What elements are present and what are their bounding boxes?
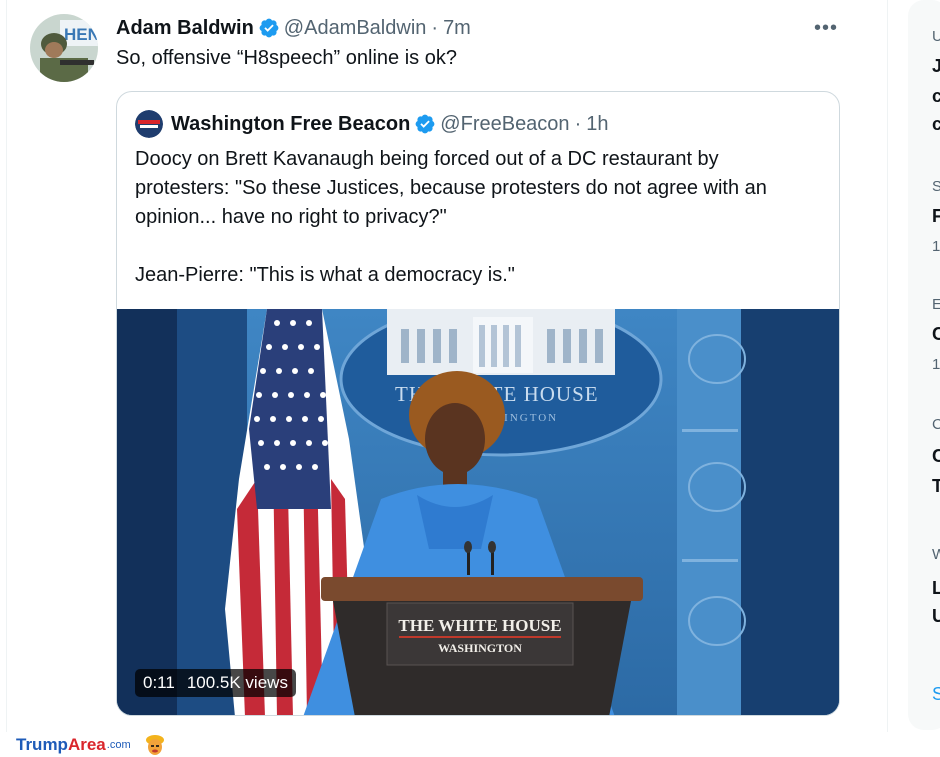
trend-title[interactable]: L (932, 578, 940, 599)
author-avatar-image: HEN (30, 14, 98, 82)
video-view-count: 100.5K views (186, 673, 288, 692)
quoted-text-line: opinion... have no right to privacy?" (135, 206, 447, 228)
trend-title[interactable]: U (932, 606, 940, 627)
more-options-button[interactable]: ••• (812, 14, 840, 42)
trend-title[interactable]: F (932, 206, 940, 227)
trump-face-logo-icon (143, 733, 167, 757)
quoted-author-handle[interactable]: @FreeBeacon (440, 113, 569, 136)
trends-sidebar: U J c c S F 1 E C 1 C C T W L U S (908, 0, 940, 730)
tweet-header: Adam Baldwin @AdamBaldwin · 7m (116, 15, 471, 41)
video-frame: THE WHITE HOUSE WASHINGTON (117, 309, 839, 715)
quoted-tweet-timestamp[interactable]: 1h (586, 113, 608, 136)
video-duration: 0:11 (143, 673, 175, 692)
trend-count: 1 (932, 238, 940, 255)
watermark-area: Area (67, 735, 106, 754)
page: HEN Adam Baldwin @AdamBaldwin · 7m ••• S… (0, 0, 940, 757)
quoted-author-name[interactable]: Washington Free Beacon (171, 113, 410, 136)
trend-context: S (932, 178, 940, 195)
trend-context: U (932, 28, 940, 45)
podium-subtitle-text: WASHINGTON (438, 641, 522, 655)
quoted-author-avatar[interactable] (135, 110, 163, 138)
trend-context: E (932, 296, 940, 313)
trend-context: C (932, 416, 940, 433)
separator-dot: · (431, 16, 439, 39)
quoted-tweet-card[interactable]: Washington Free Beacon @FreeBeacon · 1h … (116, 91, 840, 716)
podium-title-text: THE WHITE HOUSE (398, 616, 561, 635)
verified-badge-icon (258, 17, 280, 39)
quoted-tweet-header: Washington Free Beacon @FreeBeacon · 1h (135, 110, 608, 138)
trend-context: W (932, 546, 940, 563)
site-watermark: Trump Area .com (16, 734, 167, 756)
trend-title[interactable]: c (932, 86, 940, 107)
quoted-text-line: Doocy on Brett Kavanaugh being forced ou… (135, 148, 719, 170)
trend-title[interactable]: T (932, 476, 940, 497)
quoted-tweet-text: Doocy on Brett Kavanaugh being forced ou… (135, 145, 835, 290)
video-player[interactable]: THE WHITE HOUSE WASHINGTON (117, 309, 839, 715)
quoted-text-line: protesters: "So these Justices, because … (135, 177, 767, 199)
tweet-text: So, offensive “H8speech” online is ok? (116, 47, 457, 69)
quoted-text-line: Jean-Pierre: "This is what a democracy i… (135, 264, 515, 286)
show-more-link[interactable]: S (932, 684, 940, 705)
tweet-timestamp[interactable]: 7m (443, 17, 471, 40)
separator-dot: · (574, 112, 582, 135)
trend-title[interactable]: C (932, 446, 940, 467)
verified-badge-icon (414, 113, 436, 135)
author-name[interactable]: Adam Baldwin (116, 17, 254, 40)
watermark-trump: Trump (16, 735, 68, 754)
watermark-com: .com (106, 739, 131, 751)
author-avatar[interactable]: HEN (30, 14, 98, 82)
trend-title[interactable]: c (932, 114, 940, 135)
trend-title[interactable]: J (932, 56, 940, 77)
author-handle[interactable]: @AdamBaldwin (284, 17, 427, 40)
trend-title[interactable]: C (932, 324, 940, 345)
trend-count: 1 (932, 356, 940, 373)
video-stats-badge: 0:11 100.5K views (135, 669, 296, 697)
